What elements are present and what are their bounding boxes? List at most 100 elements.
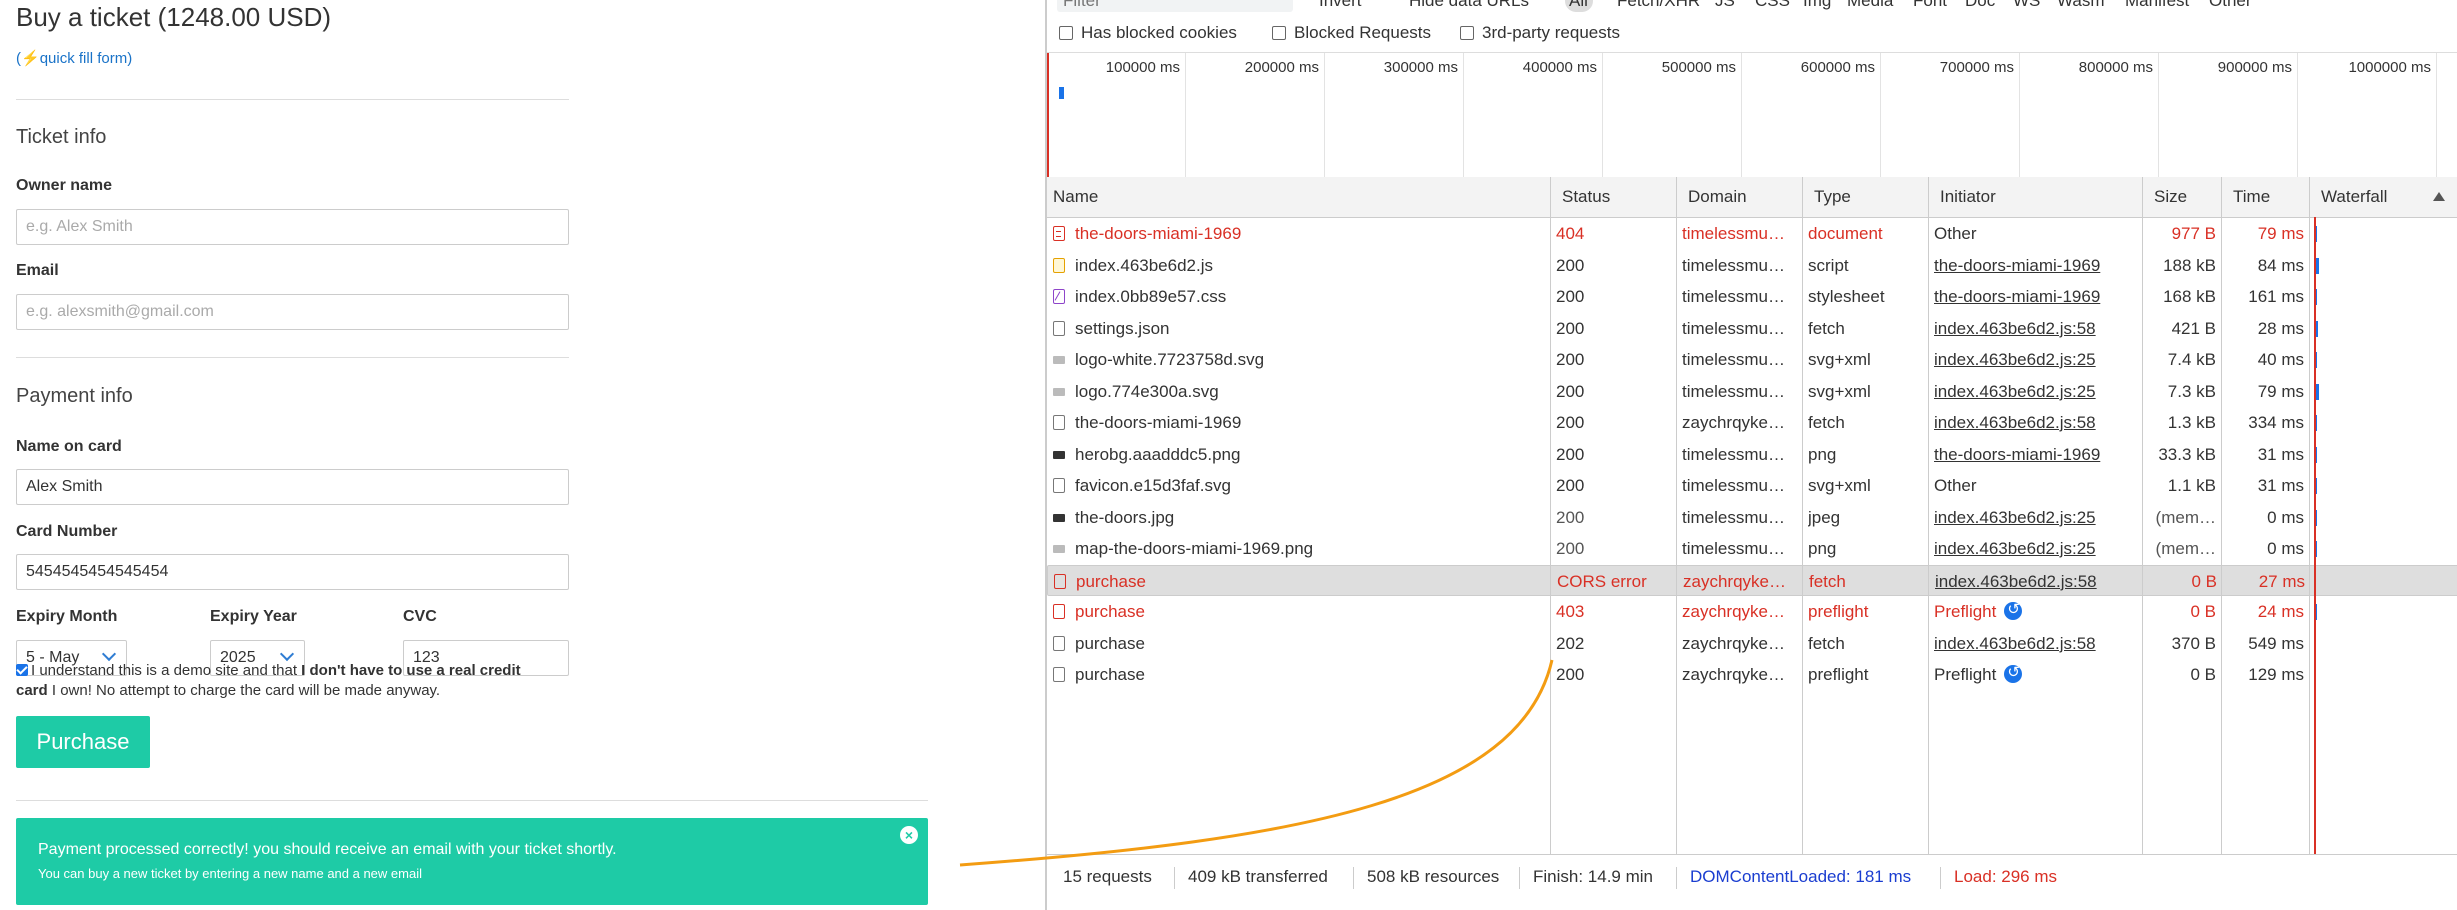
table-header: Name Status Domain Type Initiator Size T…: [1047, 177, 2457, 218]
table-row[interactable]: index.463be6d2.js 200 timelessmu… script the…: [1047, 250, 2457, 282]
filter-wasm[interactable]: Wasm: [2057, 0, 2105, 11]
sort-ascending-icon[interactable]: [2433, 192, 2445, 201]
checkbox-checked-icon[interactable]: [16, 664, 28, 676]
filter-doc[interactable]: Doc: [1965, 0, 1995, 11]
table-row[interactable]: purchase 200 zaychrqyke… preflight Preflight…: [1047, 659, 2457, 691]
table-row[interactable]: the-doors-miami-1969 404 timelessmu… docume…: [1047, 218, 2457, 250]
initiator-link[interactable]: index.463be6d2.js:58: [1934, 413, 2096, 432]
preflight-icon[interactable]: [2004, 659, 2023, 689]
cell-initiator: the-doors-miami-1969: [1934, 281, 2134, 313]
cell-name: the-doors.jpg: [1053, 502, 1548, 534]
table-row[interactable]: favicon.e15d3faf.svg 200 timelessmu… svg+xm…: [1047, 470, 2457, 502]
close-icon[interactable]: ×: [900, 826, 918, 844]
email-label: Email: [16, 262, 59, 279]
chevron-down-icon: [101, 646, 117, 662]
cell-name: the-doors-miami-1969: [1053, 218, 1548, 250]
table-row[interactable]: settings.json 200 timelessmu… fetch index.46…: [1047, 313, 2457, 345]
col-initiator[interactable]: Initiator: [1934, 177, 1996, 217]
initiator-link[interactable]: the-doors-miami-1969: [1934, 287, 2100, 306]
checkout-page: Buy a ticket (1248.00 USD) (⚡quick fill …: [0, 0, 1045, 910]
has-blocked-cookies-checkbox[interactable]: Has blocked cookies: [1059, 23, 1237, 43]
col-name[interactable]: Name: [1047, 177, 1098, 217]
cell-domain: timelessmu…: [1682, 444, 1785, 464]
initiator-link[interactable]: index.463be6d2.js:25: [1934, 508, 2096, 527]
cell-initiator: index.463be6d2.js:58: [1934, 313, 2134, 345]
cell-status: 202: [1556, 633, 1585, 653]
blocked-requests-checkbox[interactable]: Blocked Requests: [1272, 23, 1431, 43]
col-status[interactable]: Status: [1556, 177, 1610, 217]
col-waterfall[interactable]: Waterfall: [2315, 177, 2387, 217]
initiator-link[interactable]: index.463be6d2.js:25: [1934, 382, 2096, 401]
filter-ws[interactable]: WS: [2013, 0, 2040, 11]
card-number-input[interactable]: 5454545454545454: [16, 554, 569, 590]
table-row[interactable]: the-doors.jpg 200 timelessmu… jpeg index.463…: [1047, 502, 2457, 534]
cell-type: jpeg: [1808, 507, 1841, 527]
invert-checkbox[interactable]: Invert: [1319, 0, 1362, 11]
col-type[interactable]: Type: [1808, 177, 1851, 217]
checkbox-icon[interactable]: [1272, 26, 1286, 40]
owner-name-input[interactable]: e.g. Alex Smith: [16, 209, 569, 245]
cell-initiator: Other: [1934, 224, 1977, 243]
table-row[interactable]: index.0bb89e57.css 200 timelessmu… styleshe…: [1047, 281, 2457, 313]
checkbox-icon[interactable]: [1059, 26, 1073, 40]
cell-type: script: [1808, 255, 1849, 275]
load-marker-line: [1047, 53, 1049, 177]
col-domain[interactable]: Domain: [1682, 177, 1747, 217]
filter-img[interactable]: Img: [1803, 0, 1831, 11]
col-size[interactable]: Size: [2148, 177, 2187, 217]
initiator-link[interactable]: the-doors-miami-1969: [1934, 445, 2100, 464]
cell-time: 40 ms: [2257, 350, 2304, 369]
overview-timeline[interactable]: 100000 ms 200000 ms 300000 ms 400000 ms …: [1047, 52, 2457, 178]
timeline-tick: 800000 ms: [2078, 59, 2153, 76]
filter-css[interactable]: CSS: [1755, 0, 1790, 11]
filter-media[interactable]: Media: [1847, 0, 1893, 11]
hide-data-urls-checkbox[interactable]: Hide data URLs: [1409, 0, 1529, 11]
filter-fetch-xhr[interactable]: Fetch/XHR: [1617, 0, 1700, 11]
table-row[interactable]: map-the-doors-miami-1969.png 200 timelessm…: [1047, 533, 2457, 565]
table-row[interactable]: purchase 202 zaychrqyke… fetch index.463be6d…: [1047, 628, 2457, 660]
consent-checkbox-row[interactable]: I understand this is a demo site and tha…: [16, 661, 546, 701]
cell-domain: zaychrqyke…: [1682, 633, 1785, 653]
cell-type: svg+xml: [1808, 476, 1871, 495]
initiator-link[interactable]: index.463be6d2.js:25: [1934, 350, 2096, 369]
col-time[interactable]: Time: [2227, 177, 2270, 217]
waterfall-bar: [2316, 383, 2319, 400]
initiator-link[interactable]: the-doors-miami-1969: [1934, 256, 2100, 275]
filter-manifest[interactable]: Manifest: [2125, 0, 2189, 11]
file-file-icon: [1053, 415, 1065, 430]
cell-name: index.0bb89e57.css: [1053, 281, 1548, 313]
table-row[interactable]: herobg.aaadddc5.png 200 timelessmu… png the-…: [1047, 439, 2457, 471]
table-row[interactable]: purchase CORS error zaychrqyke… fetch index.…: [1047, 564, 2457, 598]
checkbox-icon[interactable]: [1460, 26, 1474, 40]
table-row[interactable]: logo.774e300a.svg 200 timelessmu… svg+xml in…: [1047, 376, 2457, 408]
purchase-button[interactable]: Purchase: [16, 716, 150, 768]
timeline-tick: 500000 ms: [1661, 59, 1736, 76]
preflight-icon[interactable]: [2004, 596, 2023, 626]
load-event-line: [2314, 217, 2316, 854]
cell-domain: timelessmu…: [1682, 507, 1785, 527]
filter-font[interactable]: Font: [1913, 0, 1947, 11]
initiator-link[interactable]: index.463be6d2.js:58: [1934, 319, 2096, 338]
cell-type: preflight: [1808, 665, 1869, 684]
filter-js[interactable]: JS: [1715, 0, 1735, 11]
cell-size: 0 B: [2191, 571, 2217, 591]
cell-status: 200: [1556, 350, 1585, 369]
filter-input[interactable]: Filter: [1057, 0, 1293, 12]
name-on-card-label: Name on card: [16, 438, 122, 455]
table-row[interactable]: the-doors-miami-1969 200 zaychrqyke… fetch i…: [1047, 407, 2457, 439]
cell-domain: timelessmu…: [1682, 318, 1785, 338]
initiator-link[interactable]: index.463be6d2.js:58: [1935, 572, 2097, 591]
filter-all[interactable]: All: [1569, 0, 1588, 11]
initiator-link[interactable]: index.463be6d2.js:25: [1934, 539, 2096, 558]
table-row[interactable]: purchase 403 zaychrqyke… preflight Preflight…: [1047, 596, 2457, 628]
email-input[interactable]: e.g. alexsmith@gmail.com: [16, 294, 569, 330]
cell-size: 7.4 kB: [2167, 350, 2216, 369]
table-row[interactable]: logo-white.7723758d.svg 200 timelessmu… svg…: [1047, 344, 2457, 376]
name-on-card-input[interactable]: Alex Smith: [16, 469, 569, 505]
file-red-icon: [1054, 573, 1066, 589]
filter-other[interactable]: Other: [2209, 0, 2252, 11]
cell-initiator: index.463be6d2.js:58: [1935, 566, 2135, 598]
quick-fill-link[interactable]: quick fill form: [40, 50, 128, 67]
third-party-requests-checkbox[interactable]: 3rd-party requests: [1460, 23, 1620, 43]
initiator-link[interactable]: index.463be6d2.js:58: [1934, 634, 2096, 653]
